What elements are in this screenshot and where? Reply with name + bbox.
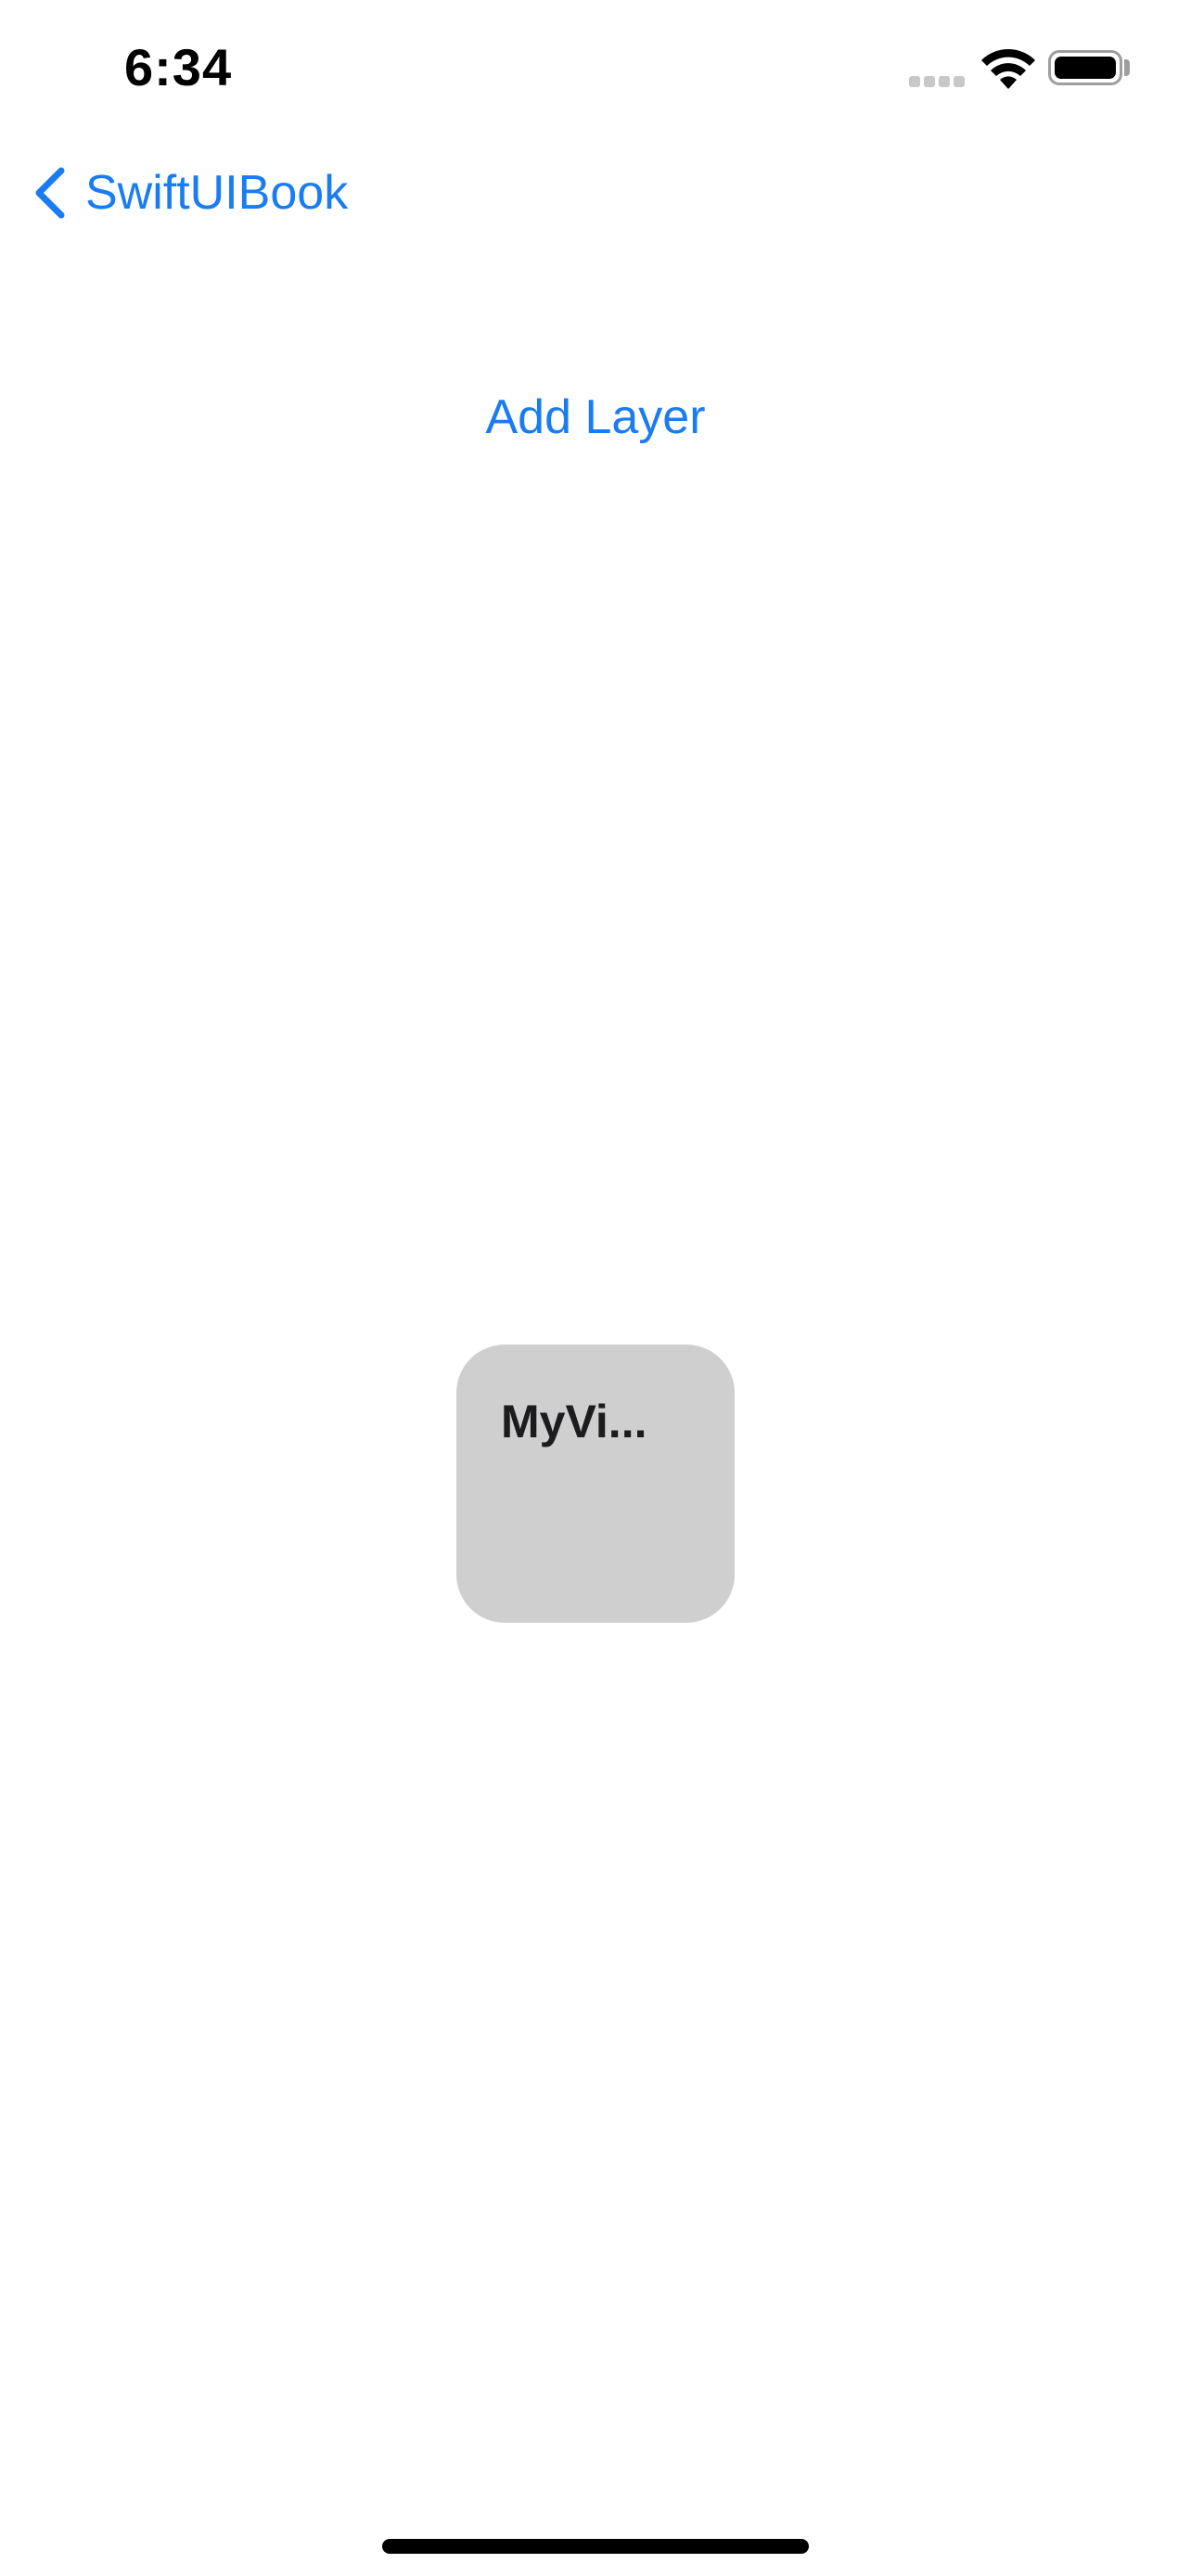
status-time: 6:34 [124,38,233,96]
back-button-label: SwiftUIBook [85,166,349,220]
cellular-signal-icon [909,74,967,87]
status-bar: 6:34 [0,0,1191,130]
back-button[interactable]: SwiftUIBook [32,156,348,230]
battery-cap [1124,59,1130,76]
battery-icon [1048,50,1122,85]
add-layer-button[interactable]: Add Layer [0,389,1191,445]
chevron-left-icon [35,167,65,219]
layer-card[interactable]: MyVi... [456,1345,735,1623]
wifi-icon [981,48,1035,89]
layer-card-title: MyVi... [501,1396,647,1447]
home-indicator[interactable] [382,2539,809,2554]
